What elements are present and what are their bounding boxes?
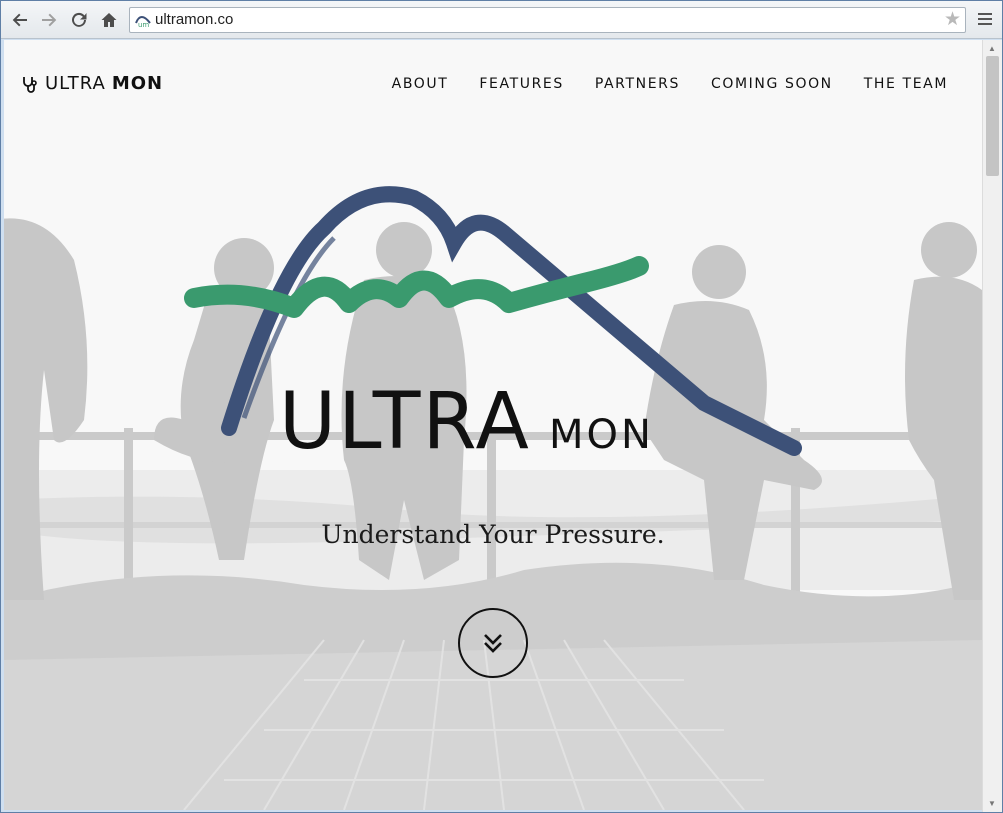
- nav-the-team[interactable]: THE TEAM: [864, 76, 948, 92]
- reload-button[interactable]: [68, 9, 90, 31]
- stethoscope-icon: [23, 76, 37, 93]
- ultramon-logo: ULTRA MON: [184, 186, 802, 467]
- address-bar[interactable]: um ultramon.co ★: [129, 7, 966, 33]
- back-button[interactable]: [9, 9, 31, 31]
- main-nav: ABOUT FEATURES PARTNERS COMING SOON THE …: [361, 76, 948, 92]
- home-icon: [101, 13, 117, 27]
- nav-features[interactable]: FEATURES: [479, 76, 563, 92]
- url-text: ultramon.co: [155, 11, 234, 28]
- browser-window: um ultramon.co ★ ULTRA MON ABOUT FEATURE…: [0, 0, 1003, 813]
- scroll-thumb[interactable]: [986, 56, 999, 176]
- menu-icon[interactable]: [978, 10, 992, 28]
- scroll-down-button[interactable]: [458, 608, 528, 678]
- site-navbar: ULTRA MON ABOUT FEATURES PARTNERS COMING…: [4, 40, 982, 128]
- home-button[interactable]: [98, 9, 120, 31]
- svg-text:ULTRA: ULTRA: [279, 377, 531, 467]
- brand-text-bold: MON: [111, 73, 164, 94]
- scroll-down-arrow-icon[interactable]: ▼: [988, 799, 996, 808]
- arrow-right-icon: [42, 13, 57, 27]
- site-favicon-icon: um: [135, 16, 151, 29]
- brand-text-light: ULTRA: [45, 73, 106, 94]
- browser-toolbar: um ultramon.co ★: [1, 1, 1002, 39]
- nav-partners[interactable]: PARTNERS: [595, 76, 680, 92]
- star-icon[interactable]: ★: [944, 10, 961, 30]
- nav-about[interactable]: ABOUT: [392, 76, 449, 92]
- hero-tagline: Understand Your Pressure.: [321, 520, 665, 549]
- double-chevron-down-icon: [484, 634, 502, 653]
- forward-button[interactable]: [38, 9, 60, 31]
- site-brand[interactable]: ULTRA MON: [21, 73, 163, 94]
- page-viewport: ULTRA MON ABOUT FEATURES PARTNERS COMING…: [4, 40, 982, 810]
- nav-coming-soon[interactable]: COMING SOON: [711, 76, 833, 92]
- arrow-left-icon: [12, 13, 27, 27]
- page-scrollbar[interactable]: ▲ ▼: [982, 40, 1002, 812]
- svg-text:MON: MON: [549, 412, 654, 458]
- scroll-up-arrow-icon[interactable]: ▲: [988, 44, 996, 53]
- svg-text:um: um: [138, 21, 149, 29]
- reload-icon: [72, 12, 87, 27]
